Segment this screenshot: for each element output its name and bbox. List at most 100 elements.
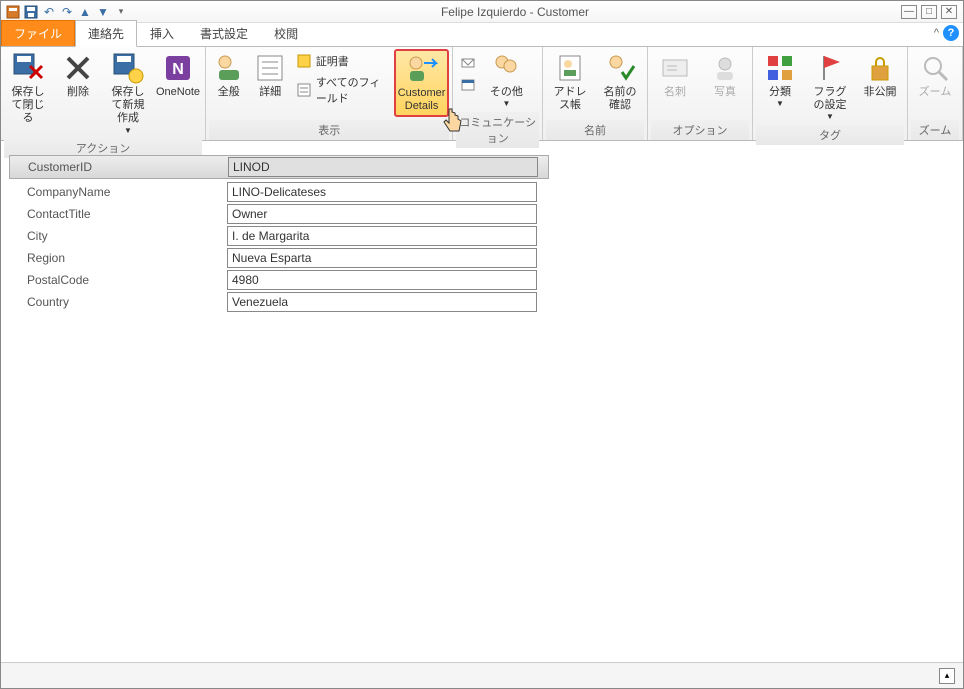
- tab-review[interactable]: 校閲: [261, 20, 311, 46]
- customer-details-label: Customer Details: [398, 87, 446, 113]
- save-close-button[interactable]: 保存して閉じる: [4, 49, 52, 129]
- form-area: CustomerID CompanyName ContactTitle City…: [1, 141, 963, 664]
- label-city: City: [9, 229, 227, 243]
- details-icon: [254, 52, 286, 84]
- business-card-label: 名刺: [664, 86, 686, 99]
- save-icon[interactable]: [23, 4, 39, 20]
- save-new-button[interactable]: 保存して新規作成 ▼: [104, 49, 152, 138]
- label-customer-id: CustomerID: [10, 160, 228, 174]
- certificate-label: 証明書: [316, 53, 349, 69]
- zoom-icon: [919, 52, 951, 84]
- delete-label: 削除: [67, 86, 89, 99]
- collapse-ribbon-icon[interactable]: ^: [934, 27, 939, 39]
- private-button[interactable]: 非公開: [856, 49, 904, 102]
- all-fields-icon: [296, 82, 312, 98]
- prev-icon[interactable]: ▲: [77, 4, 93, 20]
- group-option-label: オプション: [651, 120, 749, 140]
- app-icon: [5, 4, 21, 20]
- label-country: Country: [9, 295, 227, 309]
- other-button[interactable]: その他 ▼: [482, 49, 530, 112]
- quick-access-toolbar: ↶ ↷ ▲ ▼ ▾: [1, 4, 129, 20]
- redo-icon[interactable]: ↷: [59, 4, 75, 20]
- categorize-icon: [764, 52, 796, 84]
- group-action: 保存して閉じる 削除 保存して新規作成 ▼ N OneNote: [1, 47, 206, 140]
- certificate-button[interactable]: 証明書: [292, 51, 392, 71]
- all-fields-label: すべてのフィールド: [316, 74, 388, 106]
- window-controls: — □ ✕: [901, 5, 963, 19]
- delete-button[interactable]: 削除: [54, 49, 102, 102]
- address-book-button[interactable]: アドレス帳: [546, 49, 594, 115]
- zoom-label: ズーム: [919, 86, 952, 99]
- address-book-icon: [554, 52, 586, 84]
- onenote-button[interactable]: N OneNote: [154, 49, 202, 102]
- details-button[interactable]: 詳細: [250, 49, 289, 102]
- next-icon[interactable]: ▼: [95, 4, 111, 20]
- tab-file[interactable]: ファイル: [1, 20, 75, 46]
- input-region[interactable]: [227, 248, 537, 268]
- check-names-button[interactable]: 名前の確認: [596, 49, 644, 115]
- group-tag: 分類 ▼ フラグの設定 ▼ 非公開 タグ: [753, 47, 908, 140]
- input-contact-title[interactable]: [227, 204, 537, 224]
- meeting-icon: [460, 76, 476, 92]
- lock-icon: [864, 52, 896, 84]
- comm-meeting-button[interactable]: [456, 74, 480, 94]
- save-close-icon: [12, 52, 44, 84]
- group-communication: その他 ▼ コミュニケーション: [453, 47, 543, 140]
- categorize-button[interactable]: 分類 ▼: [756, 49, 804, 112]
- other-icon: [490, 52, 522, 84]
- input-company-name[interactable]: [227, 182, 537, 202]
- group-display-label: 表示: [209, 120, 449, 140]
- group-option: 名刺 写真 オプション: [648, 47, 753, 140]
- photo-label: 写真: [714, 86, 736, 99]
- business-card-button: 名刺: [651, 49, 699, 102]
- photo-icon: [709, 52, 741, 84]
- input-customer-id[interactable]: [228, 157, 538, 177]
- delete-icon: [62, 52, 94, 84]
- input-country[interactable]: [227, 292, 537, 312]
- ribbon: 保存して閉じる 削除 保存して新規作成 ▼ N OneNote: [1, 47, 963, 141]
- undo-icon[interactable]: ↶: [41, 4, 57, 20]
- flag-button[interactable]: フラグの設定 ▼: [806, 49, 854, 125]
- minimize-button[interactable]: —: [901, 5, 917, 19]
- onenote-icon: N: [162, 52, 194, 84]
- label-company-name: CompanyName: [9, 185, 227, 199]
- categorize-label: 分類: [769, 86, 791, 99]
- check-names-label: 名前の確認: [599, 86, 641, 112]
- all-fields-button[interactable]: すべてのフィールド: [292, 72, 392, 108]
- customer-details-icon: [406, 53, 438, 85]
- email-icon: [460, 55, 476, 71]
- zoom-button: ズーム: [911, 49, 959, 102]
- svg-text:N: N: [172, 61, 184, 78]
- check-names-icon: [604, 52, 636, 84]
- tab-contact[interactable]: 連絡先: [75, 20, 137, 47]
- group-zoom-label: ズーム: [911, 120, 959, 140]
- label-contact-title: ContactTitle: [9, 207, 227, 221]
- scroll-up-button[interactable]: ▴: [939, 668, 955, 684]
- save-new-label: 保存して新規作成: [107, 86, 149, 126]
- group-display: 全般 詳細 証明書 すべてのフィール: [206, 47, 453, 140]
- general-label: 全般: [218, 86, 240, 99]
- group-name: アドレス帳 名前の確認 名前: [543, 47, 648, 140]
- input-city[interactable]: [227, 226, 537, 246]
- status-bar: ▴: [1, 662, 963, 688]
- comm-email-button[interactable]: [456, 53, 480, 73]
- tab-format[interactable]: 書式設定: [187, 20, 261, 46]
- details-label: 詳細: [259, 86, 281, 99]
- close-button[interactable]: ✕: [941, 5, 957, 19]
- maximize-button[interactable]: □: [921, 5, 937, 19]
- certificate-icon: [296, 53, 312, 69]
- customer-details-button[interactable]: Customer Details: [394, 49, 450, 117]
- label-postal-code: PostalCode: [9, 273, 227, 287]
- window-title: Felipe Izquierdo - Customer: [129, 5, 901, 19]
- save-new-icon: [112, 52, 144, 84]
- tab-insert[interactable]: 挿入: [137, 20, 187, 46]
- qat-dropdown-icon[interactable]: ▾: [113, 4, 129, 20]
- photo-button: 写真: [701, 49, 749, 102]
- help-icon[interactable]: ?: [943, 25, 959, 41]
- input-postal-code[interactable]: [227, 270, 537, 290]
- onenote-label: OneNote: [156, 86, 200, 99]
- other-label: その他: [490, 86, 523, 99]
- private-label: 非公開: [864, 86, 897, 99]
- general-button[interactable]: 全般: [209, 49, 248, 102]
- group-zoom: ズーム ズーム: [908, 47, 963, 140]
